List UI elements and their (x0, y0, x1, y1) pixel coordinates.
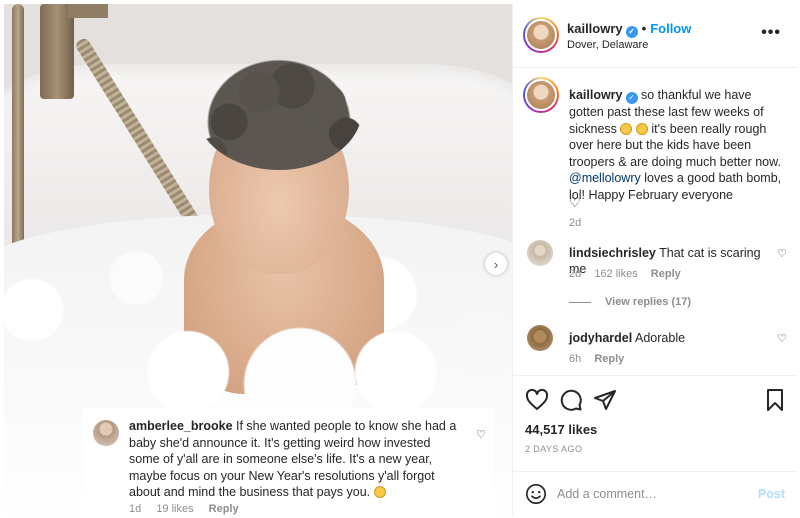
add-comment-bar: Post (513, 471, 797, 516)
comment-meta: 6h Reply (569, 353, 634, 365)
avatar (525, 79, 557, 111)
reply-button[interactable]: Reply (209, 503, 239, 515)
comment-username[interactable]: jodyhardel (569, 331, 632, 345)
avatar (525, 19, 557, 51)
comment-text: jodyhardel Adorable (569, 330, 769, 346)
heart-icon[interactable]: ♡ (777, 247, 787, 260)
reply-button[interactable]: Reply (594, 353, 624, 365)
post-date: 2 DAYS AGO (525, 444, 583, 454)
bookmark-icon[interactable] (763, 388, 787, 412)
verified-badge-icon: ✓ (625, 92, 638, 104)
avatar[interactable] (93, 420, 119, 446)
post-location[interactable]: Dover, Delaware (567, 39, 648, 51)
comment-username[interactable]: lindsiechrisley (569, 246, 656, 260)
faucet-spout (68, 4, 108, 18)
emoji-icon (635, 122, 648, 135)
comment-input[interactable] (557, 483, 747, 505)
faucet-body (40, 4, 74, 99)
comment-body: Adorable (635, 331, 686, 345)
emoji-smile-icon[interactable] (525, 483, 547, 505)
caption-text: kaillowry ✓ so thankful we have gotten pa… (569, 87, 787, 203)
heart-icon[interactable]: ♡ (569, 195, 581, 211)
like-heart-icon[interactable] (525, 388, 549, 412)
story-ring[interactable] (523, 17, 559, 53)
emoji-icon (373, 486, 386, 498)
header-user-line: kaillowry ✓ • Follow (567, 21, 691, 38)
overlay-comment: amberlee_brooke If she wanted people to … (83, 408, 494, 516)
comment-likes[interactable]: 19 likes (156, 503, 193, 515)
child-hair (196, 50, 362, 170)
faucet-pipe (12, 4, 24, 264)
comment-username[interactable]: amberlee_brooke (129, 419, 233, 433)
avatar[interactable] (527, 240, 553, 266)
overlay-comment-text: amberlee_brooke If she wanted people to … (129, 418, 459, 501)
author-username[interactable]: kaillowry (567, 21, 623, 36)
post-photo[interactable]: › amberlee_brooke If she wanted people t… (4, 4, 512, 516)
next-photo-button[interactable]: › (485, 253, 507, 275)
share-paper-plane-icon[interactable] (593, 388, 617, 412)
mention-link[interactable]: @mellolowry (569, 171, 641, 185)
chevron-right-icon: › (493, 256, 499, 272)
comment-time: 2d (569, 268, 582, 280)
follow-button[interactable]: Follow (650, 21, 691, 36)
post-header: kaillowry ✓ • Follow Dover, Delaware ••• (513, 4, 797, 68)
comment-meta: 2d 162 likes Reply (569, 268, 691, 280)
comment-likes[interactable]: 162 likes (594, 268, 637, 280)
comment-time: 6h (569, 353, 582, 365)
post-sidebar: kaillowry ✓ • Follow Dover, Delaware ••• ka… (512, 4, 797, 516)
emoji-icon (620, 122, 633, 135)
heart-icon[interactable]: ♡ (476, 428, 486, 441)
caption-username[interactable]: kaillowry (569, 88, 623, 102)
more-options-icon[interactable]: ••• (761, 24, 781, 42)
caption-time: 2d (569, 217, 582, 229)
verified-badge-icon: ✓ (625, 26, 638, 38)
comment-meta: 1d 19 likes Reply (129, 503, 251, 515)
avatar[interactable] (527, 325, 553, 351)
comments-list: kaillowry ✓ so thankful we have gotten pa… (513, 69, 797, 375)
post-actions: 44,517 likes 2 DAYS AGO (513, 375, 797, 467)
comment-bubble-icon[interactable] (559, 388, 583, 412)
reply-button[interactable]: Reply (651, 268, 681, 280)
heart-icon[interactable]: ♡ (777, 332, 787, 345)
view-replies-button[interactable]: View replies (17) (569, 296, 691, 308)
story-ring[interactable] (523, 77, 559, 113)
post-comment-button[interactable]: Post (758, 487, 785, 501)
comment-time: 1d (129, 503, 142, 515)
likes-count[interactable]: 44,517 likes (525, 422, 597, 437)
separator-dot: • (641, 21, 647, 36)
